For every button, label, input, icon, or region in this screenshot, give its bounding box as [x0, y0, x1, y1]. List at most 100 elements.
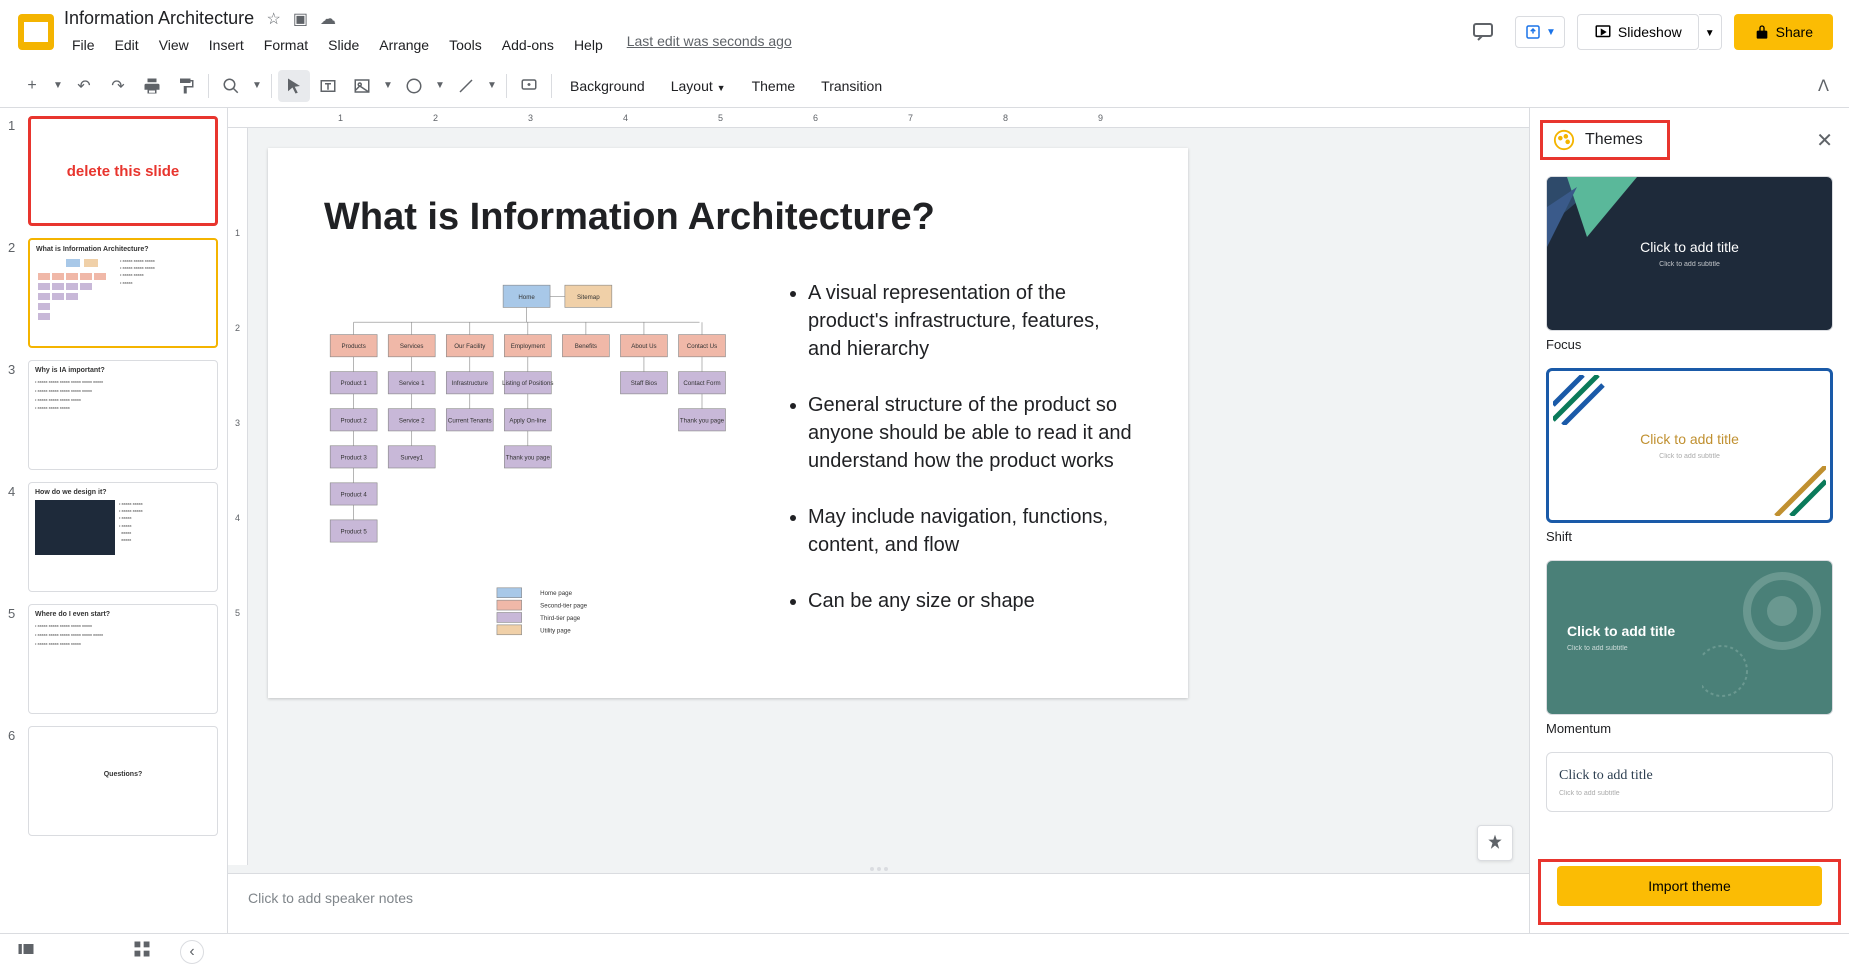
svg-text:Contact Us: Contact Us [687, 343, 717, 350]
svg-text:Services: Services [400, 343, 424, 350]
paint-format-button[interactable] [170, 70, 202, 102]
svg-text:Infrastructure: Infrastructure [452, 380, 489, 387]
image-dropdown[interactable]: ▼ [380, 70, 396, 102]
comment-tool[interactable] [513, 70, 545, 102]
slide-thumb-title: Questions? [104, 771, 143, 778]
shape-dropdown[interactable]: ▼ [432, 70, 448, 102]
svg-text:Listing of Positions: Listing of Positions [502, 380, 553, 387]
theme-item-focus[interactable]: Click to add title Click to add subtitle… [1546, 176, 1833, 352]
menu-edit[interactable]: Edit [107, 33, 147, 57]
slide-bullets[interactable]: A visual representation of the product's… [784, 279, 1132, 655]
svg-text:Our Facility: Our Facility [454, 343, 486, 350]
theme-item-4[interactable]: Click to add title Click to add subtitle [1546, 752, 1833, 812]
svg-text:Thank you page: Thank you page [680, 417, 725, 424]
new-slide-button[interactable]: + [16, 70, 48, 102]
theme-name: Shift [1546, 529, 1833, 544]
menu-file[interactable]: File [64, 33, 103, 57]
menu-arrange[interactable]: Arrange [371, 33, 437, 57]
line-tool[interactable] [450, 70, 482, 102]
transition-button[interactable]: Transition [809, 72, 894, 100]
background-button[interactable]: Background [558, 72, 657, 100]
menu-insert[interactable]: Insert [201, 33, 252, 57]
collapse-panel-icon[interactable]: ‹ [180, 940, 204, 964]
slideshow-dropdown[interactable]: ▼ [1699, 14, 1722, 50]
last-edit-text[interactable]: Last edit was seconds ago [627, 33, 792, 57]
document-title[interactable]: Information Architecture [64, 8, 254, 29]
slide-panel[interactable]: 1 delete this slide 2 What is Informatio… [0, 108, 228, 933]
slide-thumb-4[interactable]: How do we design it? • xxxxx xxxxx• xxxx… [28, 482, 218, 592]
themes-header: Themes ✕ [1530, 108, 1849, 168]
slide-thumb-2[interactable]: What is Information Architecture? • xxxx… [28, 238, 218, 348]
slide-thumb-3[interactable]: Why is IA important? • xxxxx xxxxx xxxxx… [28, 360, 218, 470]
star-icon[interactable]: ☆ [267, 9, 281, 29]
slideshow-button[interactable]: Slideshow [1577, 14, 1699, 50]
svg-text:Utility page: Utility page [540, 627, 571, 634]
title-area: Information Architecture ☆ ▣ ☁ File Edit… [64, 8, 1463, 57]
chevron-down-icon: ▼ [1705, 28, 1715, 39]
menu-tools[interactable]: Tools [441, 33, 490, 57]
zoom-button[interactable] [215, 70, 247, 102]
close-icon[interactable]: ✕ [1816, 128, 1833, 153]
theme-item-shift[interactable]: Click to add title Click to add subtitle… [1546, 368, 1833, 544]
cloud-icon[interactable]: ☁ [320, 9, 336, 29]
present-box[interactable]: ▼ [1515, 16, 1565, 48]
slide-thumb-title: How do we design it? [35, 489, 211, 496]
line-dropdown[interactable]: ▼ [484, 70, 500, 102]
slide-thumb-6[interactable]: Questions? [28, 726, 218, 836]
menu-addons[interactable]: Add-ons [494, 33, 562, 57]
themes-list[interactable]: Click to add title Click to add subtitle… [1530, 168, 1849, 859]
toolbar: + ▼ ↶ ↷ ▼ ▼ ▼ ▼ Background Layout ▼ Them… [0, 64, 1849, 108]
palette-icon [1553, 129, 1575, 151]
redo-button[interactable]: ↷ [102, 70, 134, 102]
filmstrip-view-icon[interactable] [16, 939, 36, 964]
textbox-tool[interactable] [312, 70, 344, 102]
canvas-area: 1 2 3 4 5 6 7 8 9 1 2 3 4 5 What is Info… [228, 108, 1529, 933]
svg-text:Home: Home [518, 294, 535, 301]
themes-panel: Themes ✕ Click to add title Click to add… [1529, 108, 1849, 933]
shape-tool[interactable] [398, 70, 430, 102]
bullet-item: Can be any size or shape [808, 587, 1132, 615]
toolbar-collapse-icon[interactable]: ᐱ [1814, 72, 1833, 100]
menu-help[interactable]: Help [566, 33, 611, 57]
slides-logo[interactable] [16, 12, 56, 52]
slide-title[interactable]: What is Information Architecture? [324, 196, 1132, 239]
svg-text:Service 2: Service 2 [399, 417, 425, 424]
notes-resize-handle[interactable] [228, 865, 1529, 873]
import-theme-button[interactable]: Import theme [1557, 866, 1822, 906]
theme-button[interactable]: Theme [740, 72, 808, 100]
import-theme-highlight: Import theme [1538, 859, 1841, 925]
slides-logo-icon [18, 14, 54, 50]
menu-slide[interactable]: Slide [320, 33, 367, 57]
speaker-notes[interactable]: Click to add speaker notes [228, 873, 1529, 933]
bottom-bar: ‹ [0, 933, 1849, 969]
slide-thumb-1[interactable]: delete this slide [28, 116, 218, 226]
zoom-dropdown[interactable]: ▼ [249, 70, 265, 102]
svg-text:Benefits: Benefits [575, 343, 597, 350]
grid-view-icon[interactable] [132, 939, 152, 964]
svg-text:Product 4: Product 4 [340, 491, 367, 498]
explore-button[interactable] [1477, 825, 1513, 861]
vertical-ruler: 1 2 3 4 5 [228, 128, 248, 865]
svg-text:Home page: Home page [540, 590, 572, 597]
menu-view[interactable]: View [151, 33, 197, 57]
slide-diagram[interactable]: Home Sitemap ProductsServicesOur Facilit… [324, 279, 744, 655]
comments-icon[interactable] [1463, 12, 1503, 52]
select-tool[interactable] [278, 70, 310, 102]
svg-text:Contact Form: Contact Form [683, 380, 720, 387]
move-icon[interactable]: ▣ [293, 9, 308, 29]
undo-button[interactable]: ↶ [68, 70, 100, 102]
main-area: 1 delete this slide 2 What is Informatio… [0, 108, 1849, 933]
header-right: ▼ Slideshow ▼ Share [1463, 12, 1833, 52]
theme-item-momentum[interactable]: Click to add title Click to add subtitle… [1546, 560, 1833, 736]
svg-text:Second-tier page: Second-tier page [540, 603, 587, 610]
menu-format[interactable]: Format [256, 33, 316, 57]
slide-thumb-5[interactable]: Where do I even start? • xxxxx xxxxx xxx… [28, 604, 218, 714]
theme-preview-sub: Click to add subtitle [1659, 453, 1720, 460]
share-button[interactable]: Share [1734, 14, 1833, 50]
image-tool[interactable] [346, 70, 378, 102]
layout-button[interactable]: Layout ▼ [659, 72, 738, 100]
new-slide-dropdown[interactable]: ▼ [50, 70, 66, 102]
slide-canvas[interactable]: What is Information Architecture? Home S… [268, 148, 1188, 698]
print-button[interactable] [136, 70, 168, 102]
theme-preview-sub: Click to add subtitle [1567, 645, 1628, 652]
